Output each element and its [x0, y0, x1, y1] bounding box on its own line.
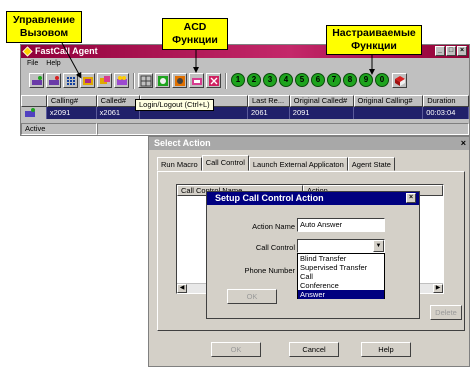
col-duration[interactable]: Duration: [423, 95, 469, 107]
help-button[interactable]: Help: [361, 342, 411, 357]
col-last-redirect[interactable]: Last Re...: [247, 95, 290, 107]
not-ready-icon: [174, 75, 185, 86]
wrap-up-button[interactable]: [189, 73, 204, 88]
cell-original-called: 2091: [290, 107, 354, 119]
callout-custom: Настраиваемые Функции: [326, 25, 422, 55]
option-call[interactable]: Call: [298, 272, 384, 281]
custom-button-2[interactable]: 2: [247, 73, 261, 87]
hold-icon: [82, 76, 93, 85]
agent-title: FastCall Agent: [35, 46, 98, 56]
select-action-title: Select Action: [154, 138, 211, 148]
setup-ok-button[interactable]: OK: [227, 289, 277, 304]
release-call-button[interactable]: [46, 73, 61, 88]
callout-acd: ACD Функции: [162, 18, 228, 50]
tab-agent-state[interactable]: Agent State: [347, 157, 395, 171]
menu-file[interactable]: File: [27, 58, 38, 69]
select-action-title-bar: Select Action ×: [149, 137, 469, 150]
tab-run-macro[interactable]: Run Macro: [157, 157, 202, 171]
wrap-up-icon: [191, 77, 202, 85]
action-tabs: Run Macro Call Control Launch External A…: [157, 155, 395, 171]
conference-icon: [116, 75, 127, 85]
setup-close-button[interactable]: ×: [406, 193, 416, 203]
option-answer[interactable]: Answer: [298, 290, 384, 299]
book-icon: [394, 75, 405, 86]
custom-button-9[interactable]: 9: [359, 73, 373, 87]
tab-launch-external[interactable]: Launch External Applicaton: [248, 157, 348, 171]
status-bar: Active: [21, 123, 469, 135]
scroll-right-icon[interactable]: ▶: [433, 284, 443, 293]
status-panel: [97, 123, 469, 135]
call-control-dropdown[interactable]: Blind Transfer Supervised Transfer Call …: [297, 253, 385, 299]
option-supervised-transfer[interactable]: Supervised Transfer: [298, 263, 384, 272]
toolbar: 1 2 3 4 5 6 7 8 9 0: [21, 70, 469, 92]
call-control-label: Call Control: [255, 243, 295, 252]
phone-number-label: Phone Number: [244, 266, 295, 275]
login-logout-tooltip: Login/Logout (Ctrl+L): [135, 99, 214, 111]
close-icon[interactable]: ×: [461, 137, 466, 150]
call-control-select[interactable]: ▼: [297, 239, 385, 253]
tab-call-control[interactable]: Call Control: [201, 155, 249, 171]
table-row[interactable]: x2091 x2061 2061 2091 00:03:04: [21, 107, 469, 119]
acd-grid-button[interactable]: [138, 73, 153, 88]
login-logout-button[interactable]: [206, 73, 221, 88]
cancel-button[interactable]: Cancel: [289, 342, 339, 357]
custom-button-4[interactable]: 4: [279, 73, 293, 87]
transfer-icon: [99, 75, 110, 84]
ok-button[interactable]: OK: [211, 342, 261, 357]
status-text: Active: [21, 123, 97, 135]
action-name-label: Action Name: [252, 222, 295, 231]
cell-last-redirect: 2061: [248, 107, 290, 119]
hold-button[interactable]: [80, 73, 95, 88]
setup-title: Setup Call Control Action: [215, 193, 324, 203]
custom-button-1[interactable]: 1: [231, 73, 245, 87]
phone-green-icon: [31, 75, 42, 85]
menu-help[interactable]: Help: [46, 58, 60, 69]
custom-button-3[interactable]: 3: [263, 73, 277, 87]
app-icon: [22, 46, 33, 57]
col-icon[interactable]: [21, 95, 47, 107]
custom-button-6[interactable]: 6: [311, 73, 325, 87]
minimize-button[interactable]: _: [435, 46, 445, 56]
close-button[interactable]: ×: [457, 46, 467, 56]
row-state-icon: [21, 107, 47, 119]
not-ready-button[interactable]: [172, 73, 187, 88]
menubar: File Help: [21, 58, 469, 69]
col-original-calling[interactable]: Original Calling#: [353, 95, 424, 107]
phone-red-icon: [48, 75, 59, 85]
ready-button[interactable]: [155, 73, 170, 88]
option-conference[interactable]: Conference: [298, 281, 384, 290]
callout-call-control: Управление Вызовом: [6, 11, 82, 43]
custom-button-7[interactable]: 7: [327, 73, 341, 87]
cell-duration: 00:03:04: [423, 107, 469, 119]
answer-call-button[interactable]: [29, 73, 44, 88]
cell-called: x2061: [97, 107, 141, 119]
col-original-called[interactable]: Original Called#: [289, 95, 354, 107]
cell-original-calling: [354, 107, 424, 119]
action-name-input[interactable]: Auto Answer: [297, 218, 385, 232]
chevron-down-icon[interactable]: ▼: [373, 240, 384, 252]
transfer-button[interactable]: [97, 73, 112, 88]
col-calling[interactable]: Calling#: [46, 95, 97, 107]
call-grid-header: Calling# Called# Last Re... Original Cal…: [21, 95, 469, 107]
grid-icon: [140, 75, 151, 86]
delete-button[interactable]: Delete: [430, 305, 462, 320]
option-blind-transfer[interactable]: Blind Transfer: [298, 254, 384, 263]
login-logout-icon: [208, 75, 219, 86]
agent-window: FastCall Agent _ □ × File Help 1 2 3 4 5…: [20, 44, 470, 136]
setup-title-bar: Setup Call Control Action ×: [207, 192, 419, 205]
cell-calling: x2091: [47, 107, 97, 119]
col-called[interactable]: Called#: [96, 95, 141, 107]
conference-button[interactable]: [114, 73, 129, 88]
dialpad-icon: [66, 76, 75, 85]
ready-icon: [157, 75, 168, 86]
book-button[interactable]: [392, 73, 407, 88]
maximize-button[interactable]: □: [446, 46, 456, 56]
custom-button-0[interactable]: 0: [375, 73, 389, 87]
custom-button-5[interactable]: 5: [295, 73, 309, 87]
scroll-left-icon[interactable]: ◀: [177, 284, 187, 293]
dialpad-button[interactable]: [63, 73, 78, 88]
custom-button-8[interactable]: 8: [343, 73, 357, 87]
